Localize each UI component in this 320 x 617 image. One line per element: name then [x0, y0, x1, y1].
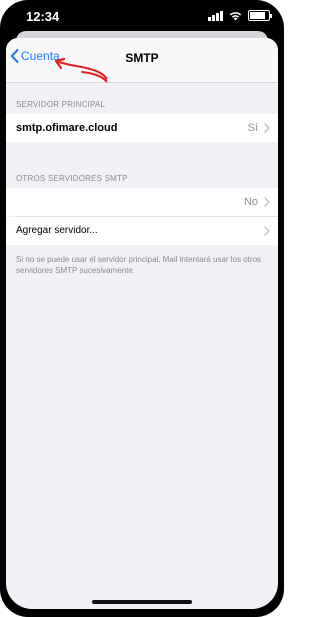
- other-servers-header: OTROS SERVIDORES SMTP: [16, 174, 128, 183]
- add-server-row[interactable]: Agregar servidor...: [6, 217, 278, 245]
- notch: [70, 0, 214, 22]
- other-server-row[interactable]: No: [6, 188, 278, 216]
- chevron-right-icon: [264, 123, 270, 133]
- chevron-right-icon: [264, 197, 270, 207]
- phone-frame: 12:34 Cuenta SMTP SERVIDOR PRINCIPAL smt…: [0, 0, 284, 617]
- home-indicator: [92, 600, 192, 604]
- add-server-label: Agregar servidor...: [16, 225, 98, 236]
- battery-icon: [248, 10, 272, 21]
- primary-server-header: SERVIDOR PRINCIPAL: [16, 100, 106, 109]
- status-icons: [208, 10, 272, 21]
- other-server-status: No: [243, 196, 258, 208]
- page-title: SMTP: [125, 51, 159, 65]
- status-time: 12:34: [26, 9, 60, 24]
- signal-icon: [208, 10, 223, 21]
- smtp-settings-screen: Cuenta SMTP SERVIDOR PRINCIPAL smtp.ofim…: [6, 38, 278, 609]
- annotation-arrow-icon: [54, 57, 108, 83]
- primary-server-row[interactable]: smtp.ofimare.cloud Sí: [6, 114, 278, 142]
- footnote-text: Si no se puede usar el servidor principa…: [16, 255, 262, 275]
- chevron-right-icon: [264, 226, 270, 236]
- primary-server-status: Sí: [247, 122, 258, 134]
- navigation-bar: Cuenta SMTP: [6, 38, 278, 83]
- primary-server-host: smtp.ofimare.cloud: [16, 122, 118, 134]
- wifi-icon: [229, 11, 242, 20]
